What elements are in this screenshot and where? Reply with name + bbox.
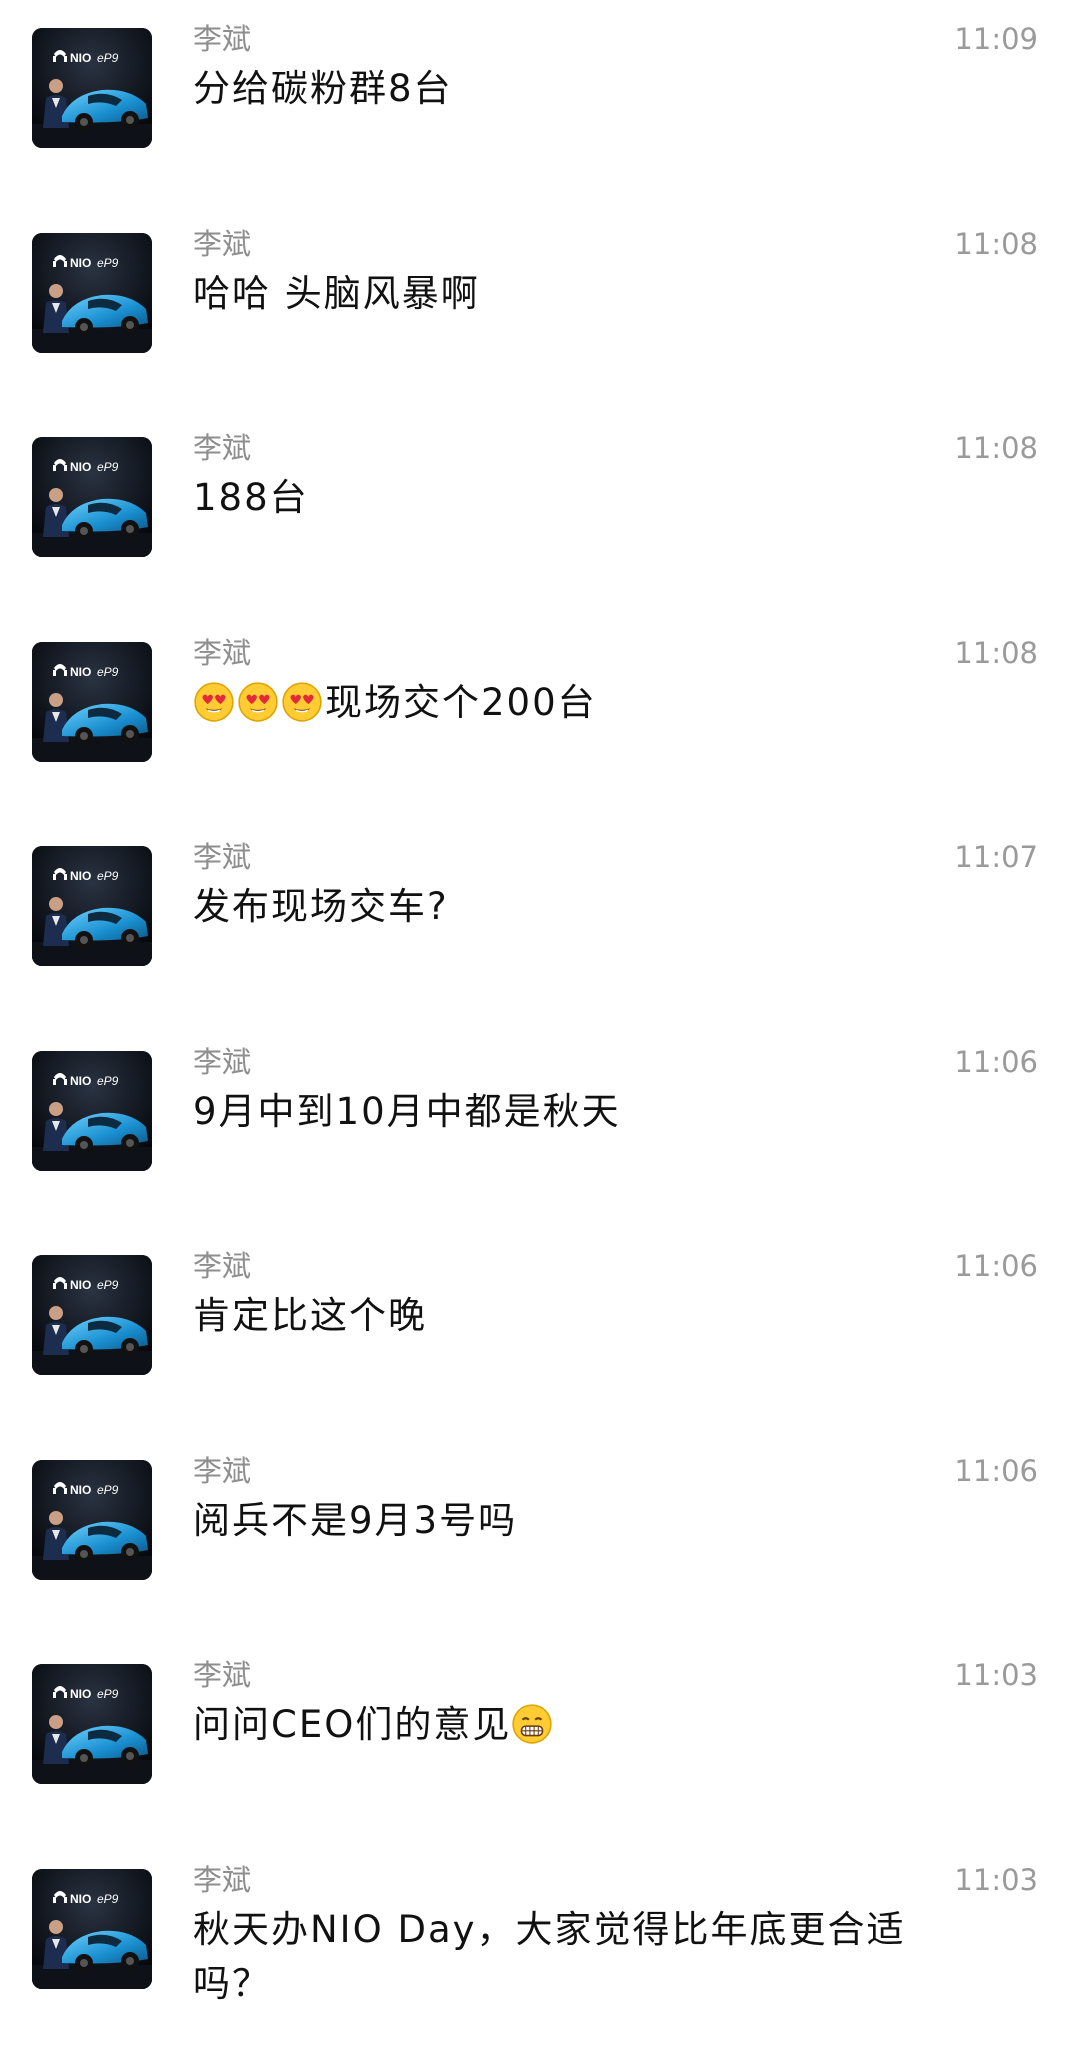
avatar[interactable]: NIO eP9 [32, 437, 152, 557]
svg-text:eP9: eP9 [97, 51, 119, 65]
avatar[interactable]: NIO eP9 [32, 846, 152, 966]
message-timestamp: 11:03 [954, 1863, 1038, 1897]
message-row-10[interactable]: NIO eP9 李斌 11:03 秋天办NIO Day，大家觉得比年底更合适吗？ [0, 1841, 1080, 2041]
sender-name: 李斌 [193, 22, 252, 56]
svg-text:eP9: eP9 [97, 460, 119, 474]
message-text: 分给碳粉群8台 [193, 62, 963, 116]
sender-name: 李斌 [193, 431, 252, 465]
avatar[interactable]: NIO eP9 [32, 1869, 152, 1989]
avatar[interactable]: NIO eP9 [32, 233, 152, 353]
avatar[interactable]: NIO eP9 [32, 1051, 152, 1171]
avatar[interactable]: NIO eP9 [32, 642, 152, 762]
message-body: 哈哈 头脑风暴啊 [193, 272, 480, 315]
avatar-image: NIO eP9 [32, 1460, 152, 1580]
message-row-5[interactable]: NIO eP9 李斌 11:07 发布现场交车? [0, 818, 1080, 1018]
svg-text:eP9: eP9 [97, 1687, 119, 1701]
avatar[interactable]: NIO eP9 [32, 1664, 152, 1784]
message-text: 秋天办NIO Day，大家觉得比年底更合适吗？ [193, 1903, 963, 2011]
message-text: 问问CEO们的意见 [193, 1698, 963, 1752]
message-timestamp: 11:06 [954, 1249, 1038, 1283]
message-timestamp: 11:06 [954, 1454, 1038, 1488]
sender-name: 李斌 [193, 1863, 252, 1897]
message-timestamp: 11:07 [954, 840, 1038, 874]
message-text: 9月中到10月中都是秋天 [193, 1085, 963, 1139]
message-row-9[interactable]: NIO eP9 李斌 11:03 问问CEO们的意见 [0, 1636, 1080, 1836]
svg-text:NIO: NIO [70, 665, 91, 679]
svg-text:eP9: eP9 [97, 1278, 119, 1292]
avatar[interactable]: NIO eP9 [32, 1460, 152, 1580]
sender-name: 李斌 [193, 1045, 252, 1079]
message-row-7[interactable]: NIO eP9 李斌 11:06 肯定比这个晚 [0, 1227, 1080, 1427]
svg-text:eP9: eP9 [97, 256, 119, 270]
avatar-image: NIO eP9 [32, 1051, 152, 1171]
sender-name: 李斌 [193, 840, 252, 874]
sender-name: 李斌 [193, 636, 252, 670]
svg-text:eP9: eP9 [97, 1892, 119, 1906]
message-row-2[interactable]: NIO eP9 李斌 11:08 哈哈 头脑风暴啊 [0, 205, 1080, 405]
message-timestamp: 11:06 [954, 1045, 1038, 1079]
message-text: 188台 [193, 471, 963, 525]
svg-text:NIO: NIO [70, 1687, 91, 1701]
message-row-4[interactable]: NIO eP9 李斌 11:08 现场交个200台 [0, 614, 1080, 814]
avatar-image: NIO eP9 [32, 1255, 152, 1375]
svg-text:eP9: eP9 [97, 869, 119, 883]
heart-eyes-emoji-icon [238, 682, 278, 722]
avatar-image: NIO eP9 [32, 642, 152, 762]
message-body: 阅兵不是9月3号吗 [193, 1499, 518, 1542]
sender-name: 李斌 [193, 1249, 252, 1283]
message-timestamp: 11:03 [954, 1658, 1038, 1692]
message-text: 阅兵不是9月3号吗 [193, 1494, 963, 1548]
message-body: 现场交个200台 [325, 681, 597, 724]
message-row-1[interactable]: NIO eP9 李斌 11:09 分给碳粉群8台 [0, 0, 1080, 200]
message-body: 分给碳粉群8台 [193, 67, 453, 110]
avatar-image: NIO eP9 [32, 1664, 152, 1784]
message-timestamp: 11:08 [954, 431, 1038, 465]
avatar-image: NIO eP9 [32, 1869, 152, 1989]
message-body: 肯定比这个晚 [193, 1294, 427, 1337]
message-text: 发布现场交车? [193, 880, 963, 934]
heart-eyes-emoji-icon [282, 682, 322, 722]
message-timestamp: 11:08 [954, 227, 1038, 261]
svg-text:NIO: NIO [70, 1278, 91, 1292]
avatar-image: NIO eP9 [32, 437, 152, 557]
message-text: 现场交个200台 [193, 676, 963, 730]
svg-text:eP9: eP9 [97, 1483, 119, 1497]
message-row-6[interactable]: NIO eP9 李斌 11:06 9月中到10月中都是秋天 [0, 1023, 1080, 1223]
message-body: 问问CEO们的意见 [193, 1703, 512, 1746]
avatar-image: NIO eP9 [32, 846, 152, 966]
chat-list: NIO eP9 李斌 11:09 分给碳粉群8台 NIO eP9 李斌 11:0… [0, 0, 1080, 2050]
svg-text:eP9: eP9 [97, 1074, 119, 1088]
svg-text:NIO: NIO [70, 460, 91, 474]
avatar-image: NIO eP9 [32, 28, 152, 148]
message-body: 188台 [193, 476, 309, 519]
heart-eyes-emoji-icon [194, 682, 234, 722]
grin-emoji-icon [512, 1704, 553, 1744]
svg-text:NIO: NIO [70, 51, 91, 65]
avatar-image: NIO eP9 [32, 233, 152, 353]
message-text: 哈哈 头脑风暴啊 [193, 267, 963, 321]
message-body: 发布现场交车? [193, 885, 449, 928]
svg-text:NIO: NIO [70, 869, 91, 883]
message-row-3[interactable]: NIO eP9 李斌 11:08 188台 [0, 409, 1080, 609]
message-timestamp: 11:09 [954, 22, 1038, 56]
message-body: 秋天办NIO Day，大家觉得比年底更合适吗？ [193, 1908, 906, 2005]
message-body: 9月中到10月中都是秋天 [193, 1090, 621, 1133]
avatar[interactable]: NIO eP9 [32, 28, 152, 148]
message-text: 肯定比这个晚 [193, 1289, 963, 1343]
message-timestamp: 11:08 [954, 636, 1038, 670]
svg-text:NIO: NIO [70, 1074, 91, 1088]
svg-text:eP9: eP9 [97, 665, 119, 679]
svg-text:NIO: NIO [70, 1892, 91, 1906]
avatar[interactable]: NIO eP9 [32, 1255, 152, 1375]
sender-name: 李斌 [193, 1658, 252, 1692]
sender-name: 李斌 [193, 1454, 252, 1488]
message-row-8[interactable]: NIO eP9 李斌 11:06 阅兵不是9月3号吗 [0, 1432, 1080, 1632]
svg-text:NIO: NIO [70, 1483, 91, 1497]
sender-name: 李斌 [193, 227, 252, 261]
svg-text:NIO: NIO [70, 256, 91, 270]
